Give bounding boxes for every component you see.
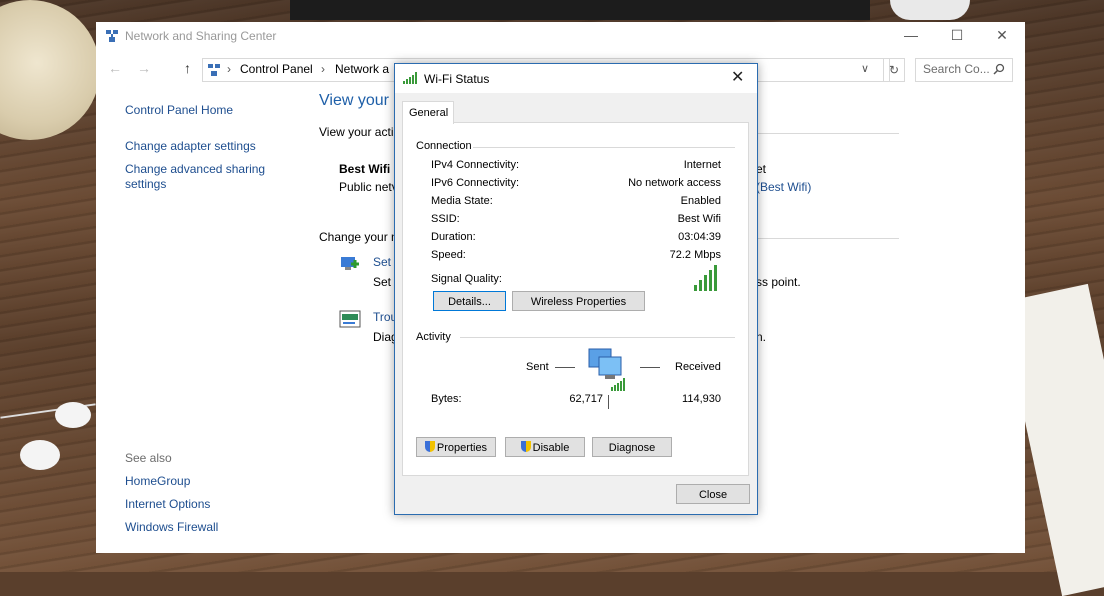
breadcrumb-network[interactable]: Network a (335, 62, 389, 76)
divider (756, 133, 899, 134)
minimize-button[interactable]: — (888, 22, 934, 50)
signal-bar (704, 275, 707, 291)
breadcrumb-control-panel[interactable]: Control Panel (240, 62, 313, 76)
divider (756, 238, 899, 239)
change-settings-heading: Change your n (319, 230, 398, 244)
bytes-separator (608, 395, 609, 409)
duration-label: Duration: (431, 231, 476, 243)
dialog-title: Wi-Fi Status (424, 72, 490, 86)
details-button[interactable]: Details... (433, 291, 506, 311)
signal-quality-icon (694, 265, 717, 291)
signal-bar (709, 270, 712, 291)
page-subheading: View your acti (319, 125, 394, 139)
sent-line (555, 367, 575, 368)
properties-label: Properties (436, 442, 488, 454)
tab-general[interactable]: General (402, 101, 454, 124)
setup-connection-desc-end: ss point. (756, 275, 801, 289)
ipv6-label: IPv6 Connectivity: (431, 177, 520, 189)
sidebar-item-internet-options[interactable]: Internet Options (125, 497, 210, 512)
setup-connection-icon (341, 257, 359, 270)
ipv4-value: Internet (683, 159, 721, 171)
search-placeholder: Search Co... (923, 62, 990, 76)
coffee-cup (0, 0, 100, 140)
media-state-label: Media State: (431, 195, 493, 207)
network-name: Best Wifi (339, 162, 391, 176)
ssid-label: SSID: (431, 213, 460, 225)
bytes-sent-value: 62,717 (569, 393, 603, 405)
sidebar-item-homegroup[interactable]: HomeGroup (125, 474, 190, 489)
signal-quality-label: Signal Quality: (431, 273, 502, 285)
close-button[interactable]: Close (676, 484, 750, 504)
divider (460, 337, 735, 338)
chevron-down-icon[interactable]: ∨ (861, 62, 869, 75)
ssid-value: Best Wifi (677, 213, 721, 225)
connection-group-label: Connection (416, 140, 472, 152)
troubleshoot-icon (339, 310, 361, 328)
window-title: Network and Sharing Center (125, 29, 277, 43)
see-also-heading: See also (125, 451, 172, 465)
ipv4-label: IPv4 Connectivity: (431, 159, 520, 171)
title-bar: Network and Sharing Center — ☐ ✕ (96, 22, 1025, 52)
sidebar-item-change-advanced-sharing[interactable]: Change advanced sharing settings (125, 162, 275, 192)
dialog-title-bar: Wi-Fi Status ✕ (395, 64, 757, 93)
signal-icon (403, 72, 417, 84)
earbud (55, 402, 91, 428)
ipv6-value: No network access (628, 177, 721, 189)
search-input[interactable]: Search Co... (915, 58, 1013, 82)
duration-value: 03:04:39 (678, 231, 721, 243)
activity-group-label: Activity (416, 331, 451, 343)
network-type: Public netv (339, 180, 398, 194)
setup-connection-desc: Set (373, 275, 392, 289)
shield-icon (520, 441, 531, 452)
network-icon (106, 30, 118, 42)
shield-icon (424, 441, 435, 452)
up-arrow-icon[interactable]: ↑ (184, 60, 191, 76)
signal-bar (694, 285, 697, 291)
media-state-value: Enabled (680, 195, 721, 207)
general-panel: Connection IPv4 Connectivity: Internet I… (402, 122, 749, 476)
search-icon (993, 63, 1005, 75)
network-icon (208, 64, 220, 76)
back-arrow-icon[interactable]: ← (108, 60, 122, 76)
divider (473, 147, 735, 148)
sidebar-item-change-adapter-settings[interactable]: Change adapter settings (125, 139, 256, 154)
signal-bar (714, 265, 717, 291)
disable-button[interactable]: Disable (505, 437, 585, 457)
setup-connection-link[interactable]: Set (373, 255, 391, 269)
earbud (20, 440, 60, 470)
mouse (890, 0, 970, 20)
close-icon[interactable]: ✕ (731, 67, 744, 87)
page-heading: View your (319, 92, 389, 109)
wireless-properties-button[interactable]: Wireless Properties (512, 291, 645, 311)
forward-arrow-icon[interactable]: → (137, 60, 151, 76)
received-label: Received (675, 361, 721, 373)
received-line (640, 367, 660, 368)
network-computers-icon (588, 348, 625, 391)
sidebar-item-control-panel-home[interactable]: Control Panel Home (125, 103, 233, 118)
tab-label: General (409, 107, 449, 119)
sidebar-item-windows-firewall[interactable]: Windows Firewall (125, 520, 218, 535)
bytes-label: Bytes: (431, 393, 462, 405)
chevron-right-icon: › (227, 62, 231, 76)
bytes-received-value: 114,930 (682, 393, 721, 405)
signal-bar (699, 280, 702, 291)
close-window-button[interactable]: ✕ (979, 22, 1025, 50)
keyboard (290, 0, 870, 20)
speed-label: Speed: (431, 249, 466, 261)
speed-value: 72.2 Mbps (669, 249, 721, 261)
properties-button[interactable]: Properties (416, 437, 496, 457)
refresh-icon[interactable]: ↻ (883, 58, 905, 82)
wifi-connection-link[interactable]: (Best Wifi) (756, 180, 811, 194)
sent-label: Sent (526, 361, 549, 373)
diagnose-button[interactable]: Diagnose (592, 437, 672, 457)
disable-label: Disable (532, 442, 570, 454)
chevron-right-icon: › (321, 62, 325, 76)
maximize-button[interactable]: ☐ (934, 22, 980, 50)
wifi-status-dialog: Wi-Fi Status ✕ General Connection IPv4 C… (394, 63, 758, 515)
